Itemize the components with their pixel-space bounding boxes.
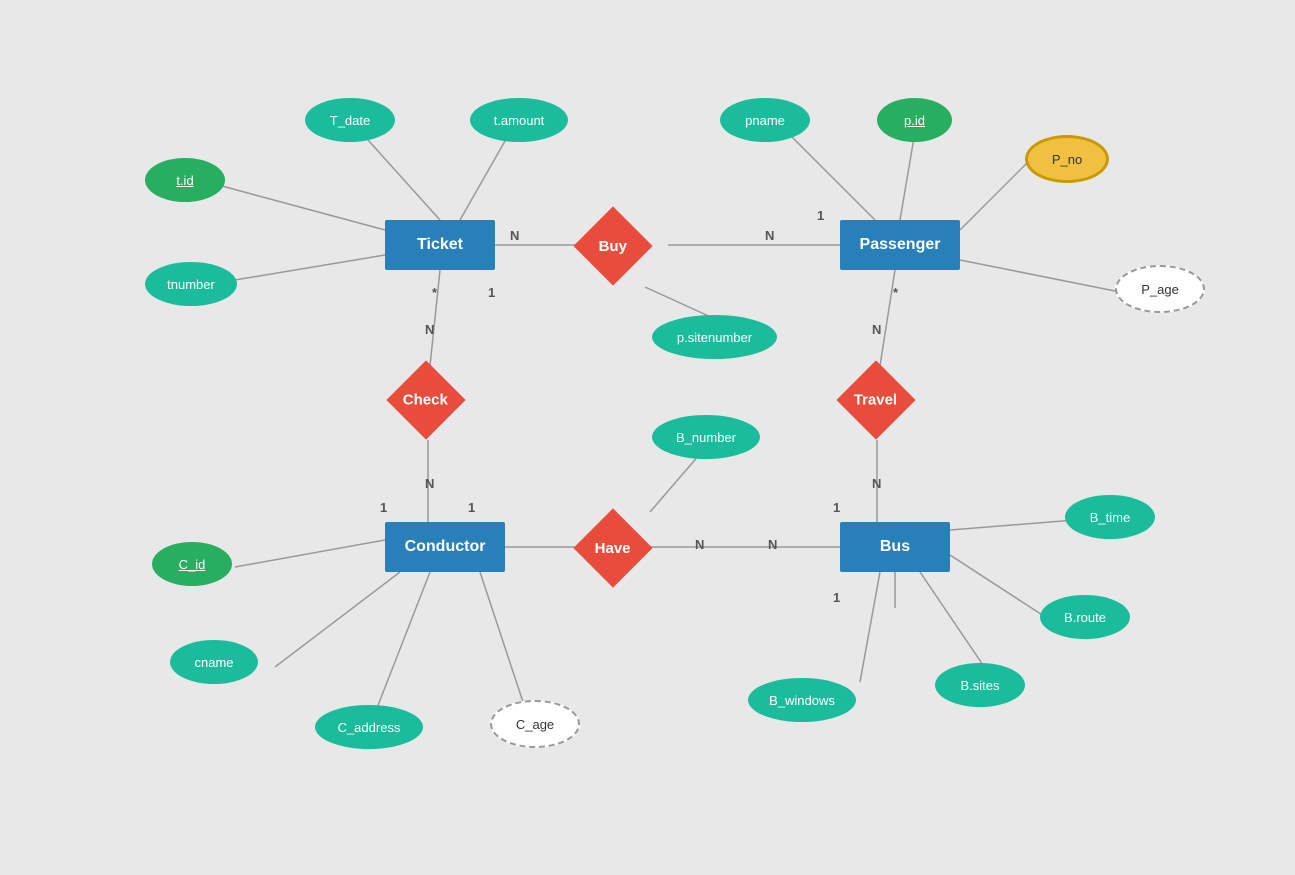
entity-passenger: Passenger [840, 220, 960, 270]
cardinality-conductor-have-1: 1 [380, 500, 387, 515]
entity-ticket: Ticket [385, 220, 495, 270]
relationship-check: Check [386, 360, 465, 439]
cardinality-check-n: N [425, 322, 434, 337]
attribute-t-amount: t.amount [470, 98, 568, 142]
attribute-p-id: p.id [877, 98, 952, 142]
entity-conductor: Conductor [385, 522, 505, 572]
attribute-b-time: B_time [1065, 495, 1155, 539]
cardinality-conductor-check-n: N [425, 476, 434, 491]
attribute-pname: pname [720, 98, 810, 142]
entity-bus: Bus [840, 522, 950, 572]
attribute-p-no: P_no [1025, 135, 1109, 183]
attribute-b-number: B_number [652, 415, 760, 459]
attribute-b-route: B.route [1040, 595, 1130, 639]
attribute-b-windows: B_windows [748, 678, 856, 722]
attribute-c-age: C_age [490, 700, 580, 748]
cardinality-ticket-buy-n: N [510, 228, 519, 243]
attribute-b-sites: B.sites [935, 663, 1025, 707]
cardinality-have-conductor-1: 1 [468, 500, 475, 515]
attribute-p-sitenumber: p.sitenumber [652, 315, 777, 359]
attribute-cname: cname [170, 640, 258, 684]
attribute-t-id: t.id [145, 158, 225, 202]
attribute-t-date: T_date [305, 98, 395, 142]
relationship-have: Have [573, 508, 652, 587]
cardinality-bus-have-n: N [768, 537, 777, 552]
cardinality-check-ticket-1: 1 [488, 285, 495, 300]
cardinality-bus-travel-1: 1 [833, 500, 840, 515]
cardinality-have-n: N [695, 537, 704, 552]
cardinality-buy-passenger-n: N [765, 228, 774, 243]
attribute-tnumber: tnumber [145, 262, 237, 306]
er-diagram: Ticket Passenger Conductor Bus Buy Check… [0, 0, 1295, 875]
cardinality-ticket-check-star: * [432, 285, 437, 300]
cardinality-passenger-travel-n: N [872, 322, 881, 337]
cardinality-travel-bus-n: N [872, 476, 881, 491]
cardinality-bus-bottom-1: 1 [833, 590, 840, 605]
relationship-travel: Travel [836, 360, 915, 439]
attribute-c-address: C_address [315, 705, 423, 749]
cardinality-passenger-star: * [893, 285, 898, 300]
attribute-c-id: C_id [152, 542, 232, 586]
cardinality-passenger-buy-1: 1 [817, 208, 824, 223]
attribute-p-age: P_age [1115, 265, 1205, 313]
connector-lines [0, 0, 1295, 875]
relationship-buy: Buy [573, 206, 652, 285]
